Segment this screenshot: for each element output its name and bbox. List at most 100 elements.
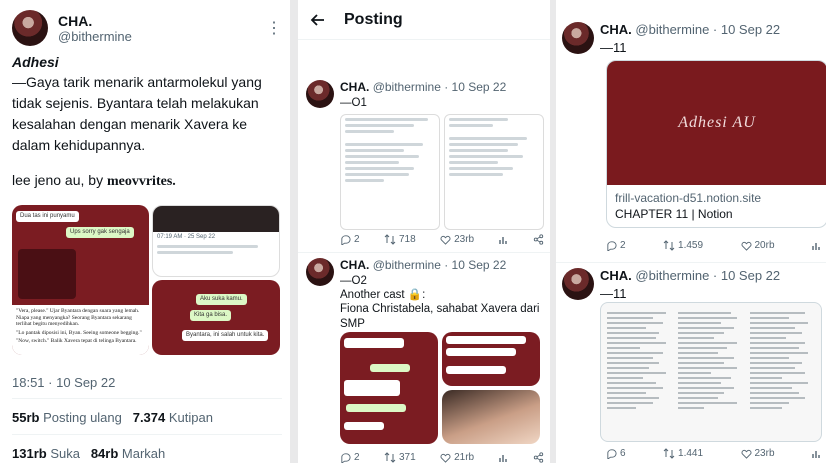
- repost-icon: [384, 452, 396, 463]
- reply-button[interactable]: 2: [340, 234, 360, 245]
- tweet-header: CHA. @bithermine · 10 Sep 22: [340, 80, 506, 94]
- shot-line: [449, 173, 503, 176]
- author-name[interactable]: CHA.: [340, 258, 369, 272]
- tweet-actions: 2 1.459 20rb: [606, 240, 822, 251]
- like-count: 20rb: [754, 240, 775, 251]
- reply-button[interactable]: 6: [606, 448, 626, 459]
- author-handle[interactable]: @bithermine · 10 Sep 22: [635, 22, 780, 37]
- share-button[interactable]: [533, 234, 544, 245]
- shot-line: [345, 143, 424, 146]
- divider: [298, 252, 550, 253]
- author-handle[interactable]: @bithermine · 10 Sep 22: [373, 258, 507, 272]
- like-button[interactable]: 23rb: [440, 234, 474, 245]
- thread-tweet[interactable]: CHA. @bithermine · 10 Sep 22 —O1 2 718 2…: [306, 80, 546, 250]
- avatar[interactable]: [306, 80, 334, 108]
- card-title: CHAPTER 11 | Notion: [615, 207, 733, 221]
- preview-photo: [153, 206, 279, 232]
- preview-time: 07:19 AM · 25 Sep 22: [157, 234, 216, 240]
- author-handle[interactable]: @bithermine · 10 Sep 22: [373, 80, 507, 94]
- reposts-count: 55rb: [12, 410, 40, 425]
- media-image-chat-story[interactable]: Dua tas ini punyamu Ups sorry gak sengaj…: [12, 205, 149, 355]
- like-button[interactable]: 21rb: [440, 452, 474, 463]
- views-icon: [812, 450, 820, 458]
- shot-line: [345, 155, 419, 158]
- chat-bubble: [446, 366, 506, 374]
- repost-button[interactable]: 1.441: [663, 448, 703, 459]
- likes-count: 131rb: [12, 446, 47, 461]
- doc-page: [749, 309, 815, 435]
- chat-bubble: [344, 338, 404, 348]
- views-button[interactable]: [498, 453, 509, 463]
- avatar[interactable]: [562, 22, 594, 54]
- tweet-title: Adhesi: [12, 54, 59, 70]
- like-icon: [440, 453, 451, 463]
- shot-line: [345, 118, 429, 121]
- repost-count: 718: [398, 234, 416, 245]
- more-icon[interactable]: ⋮: [266, 18, 282, 38]
- repost-button[interactable]: 371: [384, 452, 416, 463]
- views-button[interactable]: [812, 449, 822, 459]
- repost-button[interactable]: 1.459: [663, 240, 703, 251]
- link-card[interactable]: Adhesi AU frill-vacation-d51.notion.site…: [606, 60, 826, 228]
- reply-button[interactable]: 2: [340, 452, 360, 463]
- media-image-tweet-preview[interactable]: 07:19 AM · 25 Sep 22: [152, 205, 280, 277]
- reply-icon: [607, 449, 617, 459]
- avatar[interactable]: [306, 258, 334, 286]
- reply-count: 2: [354, 234, 360, 245]
- tweet-author[interactable]: CHA. @bithermine: [12, 10, 132, 46]
- tweet-text: —O1: [340, 97, 367, 109]
- author-handle[interactable]: @bithermine · 10 Sep 22: [635, 268, 780, 283]
- back-arrow-icon[interactable]: [310, 12, 326, 28]
- tweet-timestamp[interactable]: 18:51 · 10 Sep 22: [12, 375, 115, 390]
- chat-bubble: [370, 364, 410, 372]
- shot-line: [345, 161, 399, 164]
- views-button[interactable]: [498, 235, 509, 245]
- reply-button[interactable]: 2: [606, 240, 626, 251]
- views-icon: [812, 242, 820, 250]
- media-document-pages[interactable]: [600, 302, 822, 442]
- tweet-text: Another cast 🔒:: [340, 289, 426, 301]
- media-image-chat[interactable]: [442, 332, 540, 386]
- like-icon: [741, 241, 751, 251]
- story-caption: "Now, switch." Balik Xavera tepat di tel…: [16, 338, 137, 344]
- like-button[interactable]: 20rb: [741, 240, 775, 251]
- author-name[interactable]: CHA.: [340, 80, 369, 94]
- media-screenshot[interactable]: [340, 114, 440, 230]
- likes-label: Suka: [50, 446, 80, 461]
- quotes-label: Kutipan: [168, 410, 213, 425]
- reposts-label: Posting ulang: [43, 410, 122, 425]
- tweet-text: Fiona Christabela, sahabat Xavera dari S…: [340, 303, 540, 330]
- tweet-body: —Gaya tarik menarik antarmolekul yang ti…: [12, 74, 262, 153]
- media-image-portrait[interactable]: [442, 390, 540, 444]
- tweet-actions: 2 718 23rb: [340, 234, 544, 245]
- author-name[interactable]: CHA.: [600, 268, 632, 283]
- avatar[interactable]: [12, 10, 48, 46]
- repost-button[interactable]: 718: [384, 234, 416, 245]
- thread-tweet[interactable]: CHA. @bithermine · 10 Sep 22 —O2 Another…: [306, 258, 546, 463]
- story-text: "Vera, please." Ujar Byantara dengan sua…: [12, 305, 149, 355]
- views-icon: [498, 236, 507, 244]
- media-screenshot[interactable]: [444, 114, 544, 230]
- story-caption: "Vera, please." Ujar Byantara dengan sua…: [16, 308, 140, 327]
- tweet-header: CHA. @bithermine · 10 Sep 22: [340, 258, 506, 272]
- share-icon: [533, 234, 544, 245]
- repost-stats[interactable]: 55rb Posting ulang 7.374 Kutipan: [12, 410, 213, 425]
- thread-tweet[interactable]: CHA. @bithermine · 10 Sep 22 —11 Adhesi …: [562, 22, 826, 257]
- author-handle[interactable]: @bithermine: [58, 29, 132, 44]
- author-name[interactable]: CHA.: [600, 22, 632, 37]
- shot-line: [345, 179, 385, 182]
- media-image-chat[interactable]: Aku suka kamu. Kita ga bisa. Byantara, i…: [152, 280, 280, 355]
- share-button[interactable]: [533, 452, 544, 463]
- chat-bubble: Kita ga bisa.: [190, 310, 232, 321]
- chat-bubble: [344, 380, 400, 396]
- shot-line: [345, 130, 394, 133]
- like-stats[interactable]: 131rb Suka 84rb Markah: [12, 446, 165, 461]
- tweet-text: —11: [600, 286, 627, 301]
- views-button[interactable]: [812, 241, 822, 251]
- like-button[interactable]: 23rb: [741, 448, 775, 459]
- shot-line: [345, 149, 404, 152]
- shot-line: [345, 124, 414, 127]
- media-image-chat[interactable]: [340, 332, 438, 444]
- avatar[interactable]: [562, 268, 594, 300]
- author-name[interactable]: CHA.: [58, 13, 132, 29]
